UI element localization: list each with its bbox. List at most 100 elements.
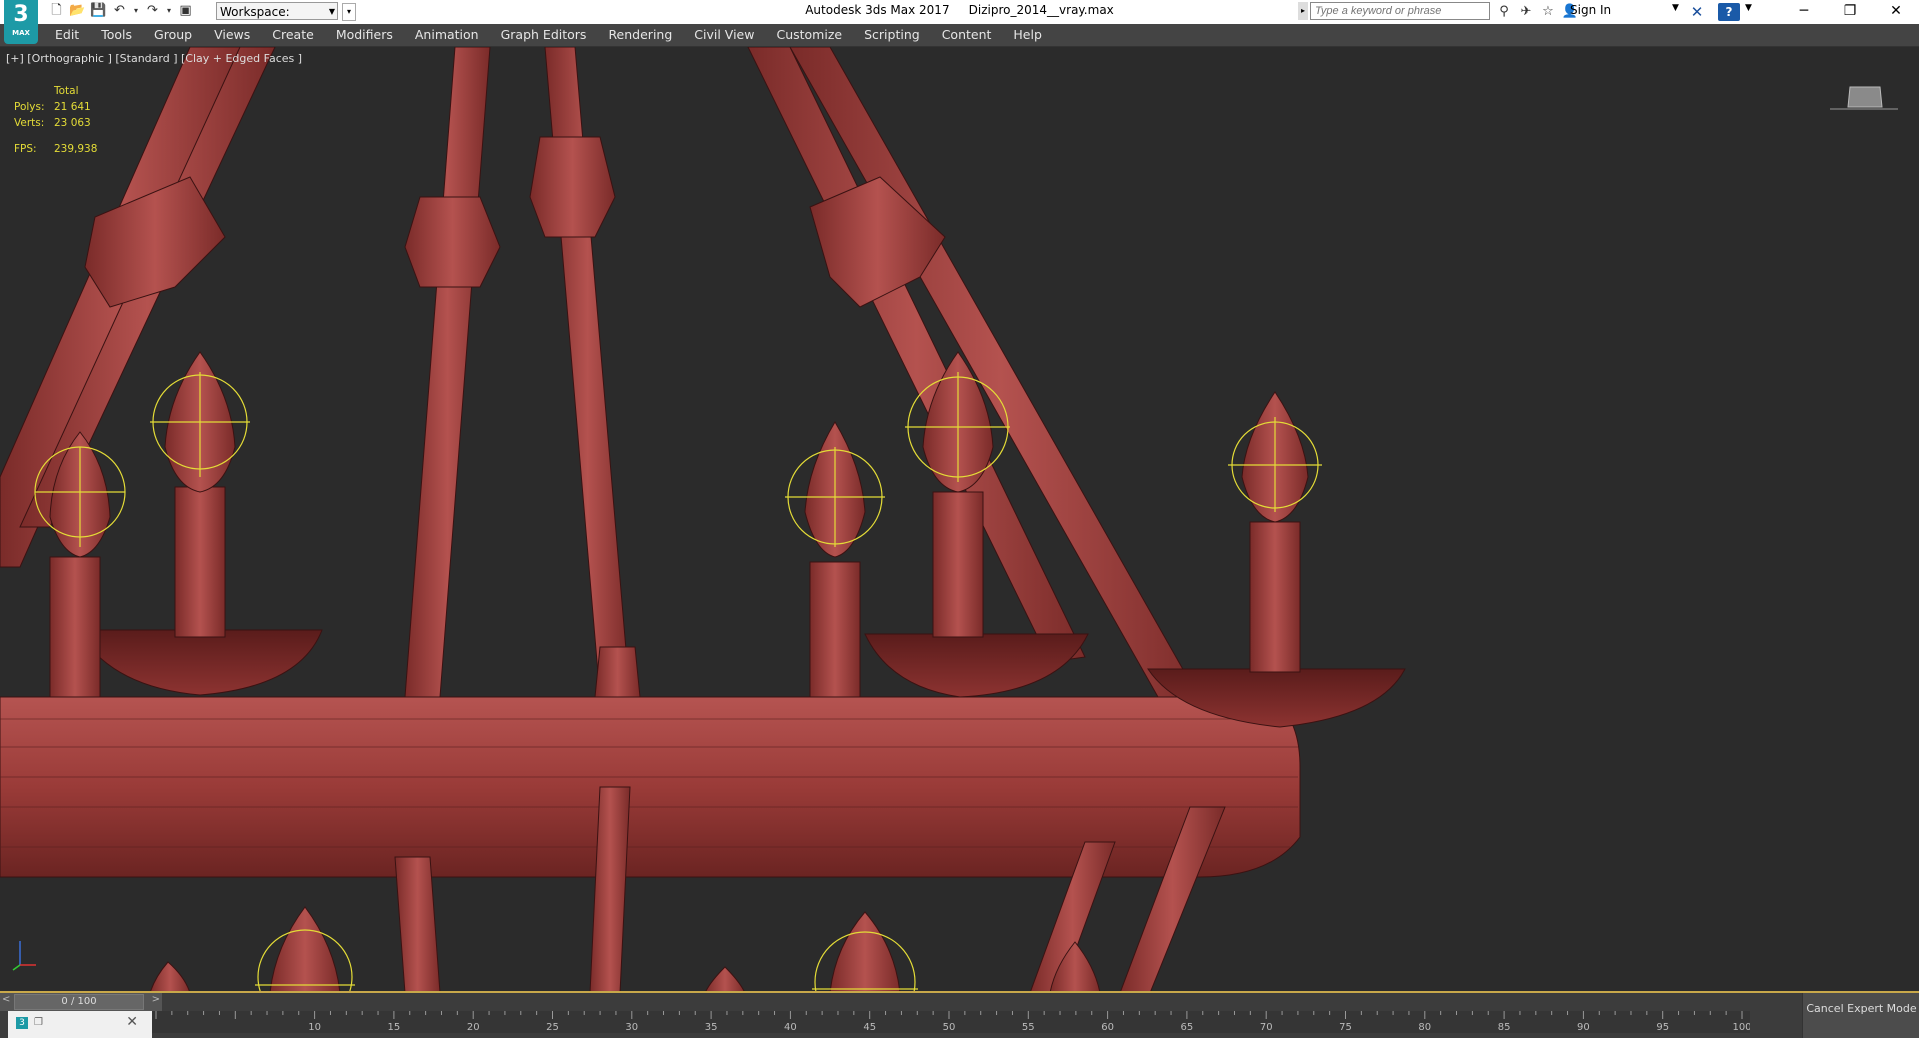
close-icon[interactable]: ✕ xyxy=(1873,0,1919,24)
undo-dropdown-icon[interactable]: ▾ xyxy=(132,2,140,20)
timeline-tick-label: 85 xyxy=(1498,1022,1511,1033)
chandelier-arm xyxy=(747,47,1086,663)
stats-fps-value: 239,938 xyxy=(54,143,98,155)
candle-bulb xyxy=(705,966,745,991)
candle-sleeve xyxy=(809,561,861,698)
restore-icon[interactable]: ❐ xyxy=(1827,0,1873,24)
timeline-tick-label: 70 xyxy=(1260,1022,1273,1033)
viewport-orthographic[interactable]: [+] [Orthographic ] [Standard ] [Clay + … xyxy=(0,47,1919,993)
file-name: Dizipro_2014__vray.max xyxy=(968,3,1114,17)
scene-canvas[interactable] xyxy=(0,47,1919,993)
rod-knob xyxy=(594,646,641,698)
open-icon[interactable]: 📂 xyxy=(69,2,86,20)
window-controls: ─ ❐ ✕ xyxy=(1781,0,1919,24)
menu-create[interactable]: Create xyxy=(261,24,325,46)
redo-dropdown-icon[interactable]: ▾ xyxy=(165,2,173,20)
menu-edit[interactable]: Edit xyxy=(44,24,90,46)
redo-icon[interactable]: ↷ xyxy=(144,2,161,20)
timeline-tick-label: 15 xyxy=(388,1022,401,1033)
timeline-tick-label: 25 xyxy=(546,1022,559,1033)
candle-bulb xyxy=(269,906,341,991)
candle-bulb xyxy=(150,961,190,991)
menu-civil-view[interactable]: Civil View xyxy=(683,24,765,46)
search-input[interactable] xyxy=(1310,2,1490,20)
timeline-tick-label: 60 xyxy=(1101,1022,1114,1033)
menu-animation[interactable]: Animation xyxy=(404,24,490,46)
taskbar-thumbnail[interactable]: 3 ❐ ✕ xyxy=(8,1011,152,1038)
toolbar-customize-icon[interactable]: ▾ xyxy=(342,3,356,21)
main-menu: Edit Tools Group Views Create Modifiers … xyxy=(44,24,1053,46)
candle-sleeve xyxy=(1249,521,1301,673)
timeline-tick-label: 20 xyxy=(467,1022,480,1033)
exchange-apps-icon[interactable]: ✕ xyxy=(1688,3,1706,21)
rod-knob xyxy=(404,196,501,288)
stats-fps-label: FPS: xyxy=(14,143,37,155)
sign-in-button[interactable]: Sign In xyxy=(1570,3,1611,17)
stats-verts-label: Verts: xyxy=(14,117,45,129)
timeline-tick-label: 40 xyxy=(784,1022,797,1033)
menu-content[interactable]: Content xyxy=(931,24,1003,46)
candle-bowl xyxy=(77,629,323,696)
stats-polys-value: 21 641 xyxy=(54,101,91,113)
menu-help[interactable]: Help xyxy=(1002,24,1053,46)
favorites-star-icon[interactable]: ☆ xyxy=(1539,3,1557,21)
new-icon[interactable]: 🗋 xyxy=(48,2,65,20)
timeline-tick-label: 75 xyxy=(1339,1022,1352,1033)
menu-scripting[interactable]: Scripting xyxy=(853,24,931,46)
previous-frame-icon[interactable]: < xyxy=(2,994,10,1005)
timeline-tick-label: 90 xyxy=(1577,1022,1590,1033)
cancel-expert-mode-button[interactable]: Cancel Expert Mode xyxy=(1802,993,1919,1038)
timeline-panel: < 0 / 100 > 3 ❐ ✕ 10 15 20 25 30 35 40 45 50 55 60… xyxy=(0,993,1919,1038)
undo-icon[interactable]: ↶ xyxy=(111,2,128,20)
viewcube-icon[interactable] xyxy=(1830,81,1898,113)
menu-views[interactable]: Views xyxy=(203,24,261,46)
app-logo[interactable]: 3 MAX xyxy=(4,0,38,44)
help-dropdown-icon[interactable]: ▼ xyxy=(1745,3,1752,13)
logo-text: 3 xyxy=(13,2,29,27)
menu-tools[interactable]: Tools xyxy=(90,24,143,46)
stats-total-label: Total xyxy=(54,85,79,97)
app-title: Autodesk 3ds Max 2017 xyxy=(805,3,950,17)
menu-customize[interactable]: Customize xyxy=(765,24,853,46)
time-slider-thumb[interactable]: 0 / 100 xyxy=(14,994,144,1010)
workspace-dropdown[interactable]: Workspace: Default ▼ xyxy=(216,2,338,37)
logo-subtext: MAX xyxy=(12,29,30,37)
menu-modifiers[interactable]: Modifiers xyxy=(325,24,404,46)
menu-graph-editors[interactable]: Graph Editors xyxy=(490,24,598,46)
save-icon[interactable]: 💾 xyxy=(90,2,107,20)
menu-rendering[interactable]: Rendering xyxy=(597,24,683,46)
viewport-label[interactable]: [+] [Orthographic ] [Standard ] [Clay + … xyxy=(6,52,302,65)
axis-tripod-icon xyxy=(12,941,36,971)
infocenter-icons: ⚲ ✈ ☆ 👤 xyxy=(1495,3,1579,21)
timeline-tick-label: 100 xyxy=(1732,1022,1750,1033)
timeline-tick-label: 65 xyxy=(1181,1022,1194,1033)
candle-sleeve xyxy=(174,486,226,638)
menu-bar: Edit Tools Group Views Create Modifiers … xyxy=(0,24,1919,47)
quick-access-toolbar: 🗋 📂 💾 ↶ ▾ ↷ ▾ ▣ xyxy=(48,2,194,20)
help-button[interactable]: ? xyxy=(1718,3,1740,21)
candle-bulb xyxy=(829,911,901,991)
timeline-tick-label: 35 xyxy=(705,1022,718,1033)
timeline-tick-label: 30 xyxy=(625,1022,638,1033)
timeline-tick-label: 80 xyxy=(1418,1022,1431,1033)
window-icon: ❐ xyxy=(34,1017,43,1028)
title-bar: 🗋 📂 💾 ↶ ▾ ↷ ▾ ▣ Workspace: Default ▼ ▾ A… xyxy=(0,0,1919,37)
candle-sleeve xyxy=(932,491,984,638)
binoculars-icon[interactable]: ⚲ xyxy=(1495,3,1513,21)
timeline-tick-label: 50 xyxy=(943,1022,956,1033)
project-icon[interactable]: ▣ xyxy=(177,2,194,20)
chandelier-rod xyxy=(404,47,491,698)
communication-center-icon[interactable]: ✈ xyxy=(1517,3,1535,21)
close-icon[interactable]: ✕ xyxy=(126,1014,138,1030)
next-frame-icon[interactable]: > xyxy=(152,994,160,1005)
timeline-tick-label: 45 xyxy=(863,1022,876,1033)
search-expand-icon[interactable]: ▸ xyxy=(1298,2,1308,20)
time-slider[interactable]: < 0 / 100 > xyxy=(0,993,162,1011)
minimize-icon[interactable]: ─ xyxy=(1781,0,1827,24)
timeline-ruler[interactable]: 10 15 20 25 30 35 40 45 50 55 60 65 70 75 80 85 90 95 100 xyxy=(152,1011,1750,1033)
rod-knob xyxy=(529,136,616,238)
timeline-tick-label: 55 xyxy=(1022,1022,1035,1033)
chevron-down-icon[interactable]: ▼ xyxy=(1672,3,1679,13)
menu-group[interactable]: Group xyxy=(143,24,203,46)
chandelier-model[interactable] xyxy=(0,47,1406,993)
